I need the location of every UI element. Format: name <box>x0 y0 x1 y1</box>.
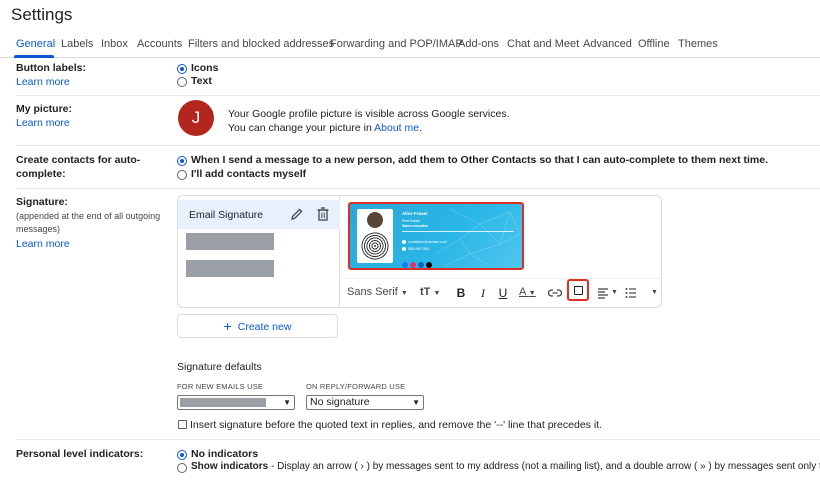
settings-tabs: General Labels Inbox Accounts Filters an… <box>0 32 820 58</box>
signature-note-line1: (appended at the end of all outgoing <box>16 211 161 221</box>
about-me-link[interactable]: About me <box>374 122 419 134</box>
create-new-button[interactable]: + Create new <box>177 314 338 338</box>
signature-note-line2: messages) <box>16 224 61 234</box>
tab-addons[interactable]: Add-ons <box>458 38 499 50</box>
underline-button[interactable]: U <box>496 284 510 302</box>
option-manual-contacts[interactable]: I'll add contacts myself <box>191 168 306 180</box>
bold-button[interactable]: B <box>454 284 468 302</box>
new-emails-label: FOR NEW EMAILS USE <box>177 382 264 391</box>
radio-auto-add-contacts[interactable] <box>177 156 187 166</box>
image-icon <box>574 286 583 295</box>
divider <box>16 439 820 440</box>
sig-name: Alice Fraser <box>402 211 428 216</box>
active-tab-indicator <box>14 55 54 58</box>
option-show-indicators[interactable]: Show indicators - Display an arrow ( › )… <box>191 461 820 472</box>
insert-before-label: Insert signature before the quoted text … <box>190 419 602 431</box>
tab-accounts[interactable]: Accounts <box>137 38 182 50</box>
profile-photo <box>367 212 383 228</box>
sig-email: contactme@domain.com <box>402 240 447 245</box>
tab-chat-meet[interactable]: Chat and Meet <box>507 38 579 50</box>
phone-icon <box>402 247 406 252</box>
signature-learn-more[interactable]: Learn more <box>16 238 70 250</box>
create-contacts-label-line1: Create contacts for auto- <box>16 154 141 166</box>
plus-icon: + <box>223 318 232 334</box>
tab-forwarding[interactable]: Forwarding and POP/IMAP <box>330 38 463 50</box>
my-picture-learn-more[interactable]: Learn more <box>16 117 70 129</box>
reply-signature-select[interactable]: No signature ▼ <box>306 395 424 410</box>
signature-item-redacted[interactable] <box>186 260 274 277</box>
font-family-select[interactable]: Sans Serif ▼ <box>347 286 408 298</box>
signature-item-label: Email Signature <box>189 209 264 221</box>
signature-defaults-title: Signature defaults <box>177 361 262 373</box>
email-icon <box>402 240 406 245</box>
more-formatting-icon[interactable]: ▼ <box>651 289 658 296</box>
list-icon[interactable] <box>625 287 637 299</box>
signature-item-active[interactable]: Email Signature <box>178 200 340 229</box>
signature-label: Signature: <box>16 196 68 208</box>
qr-code-icon <box>361 232 389 260</box>
option-auto-add-contacts[interactable]: When I send a message to a new person, a… <box>191 154 768 166</box>
radio-show-indicators[interactable] <box>177 463 187 473</box>
divider <box>16 145 820 146</box>
trash-icon[interactable] <box>316 206 330 222</box>
sig-role2: Sales executive <box>402 224 429 228</box>
picture-info-line2: You can change your picture in About me. <box>228 122 423 134</box>
tab-themes[interactable]: Themes <box>678 38 718 50</box>
radio-text[interactable] <box>177 77 187 87</box>
signature-panel: Email Signature Alice Fraser Real Estate… <box>177 195 662 308</box>
radio-no-indicators[interactable] <box>177 450 187 460</box>
option-no-indicators[interactable]: No indicators <box>191 448 258 460</box>
chevron-down-icon: ▼ <box>283 398 291 407</box>
signature-item-redacted[interactable] <box>186 233 274 250</box>
avatar[interactable]: J <box>178 100 214 136</box>
link-icon[interactable] <box>548 288 562 298</box>
tab-inbox[interactable]: Inbox <box>101 38 128 50</box>
tab-advanced[interactable]: Advanced <box>583 38 632 50</box>
option-icons[interactable]: Icons <box>191 62 218 74</box>
align-icon[interactable] <box>597 287 609 299</box>
instagram-icon <box>410 262 416 268</box>
sig-phone: 555 498 7890 <box>402 247 429 252</box>
radio-manual-contacts[interactable] <box>177 170 187 180</box>
text-color-button[interactable]: A ▼ <box>519 286 536 298</box>
option-text[interactable]: Text <box>191 75 212 87</box>
x-icon <box>426 262 432 268</box>
redacted-value <box>180 398 266 407</box>
personal-level-label: Personal level indicators: <box>16 448 144 460</box>
edit-icon[interactable] <box>290 207 304 221</box>
button-labels-label: Button labels: <box>16 62 86 74</box>
align-caret-icon[interactable]: ▼ <box>611 289 618 296</box>
tab-offline[interactable]: Offline <box>638 38 670 50</box>
linkedin-icon <box>418 262 424 268</box>
sig-divider <box>402 231 514 232</box>
button-labels-learn-more[interactable]: Learn more <box>16 76 70 88</box>
facebook-icon <box>402 262 408 268</box>
italic-button[interactable]: I <box>476 284 490 302</box>
signature-editor[interactable]: Alice Fraser Real Estate Sales executive… <box>341 196 661 278</box>
picture-info-line1: Your Google profile picture is visible a… <box>228 108 510 120</box>
divider <box>16 188 820 189</box>
insert-image-button[interactable] <box>567 279 589 301</box>
radio-icons[interactable] <box>177 64 187 74</box>
tab-general[interactable]: General <box>16 38 55 50</box>
formatting-toolbar: Sans Serif ▼ tT ▼ B I U A ▼ ▼ ▼ <box>341 278 661 307</box>
tab-filters[interactable]: Filters and blocked addresses <box>188 38 334 50</box>
my-picture-label: My picture: <box>16 103 73 115</box>
divider <box>16 95 820 96</box>
new-emails-signature-select[interactable]: ▼ <box>177 395 295 410</box>
create-contacts-label-line2: complete: <box>16 168 66 180</box>
signature-card <box>357 209 393 263</box>
chevron-down-icon: ▼ <box>412 398 420 407</box>
insert-before-checkbox[interactable] <box>178 420 187 429</box>
tab-labels[interactable]: Labels <box>61 38 93 50</box>
signature-image[interactable]: Alice Fraser Real Estate Sales executive… <box>348 202 524 270</box>
sig-role1: Real Estate <box>402 219 421 223</box>
signature-list: Email Signature <box>178 196 340 307</box>
page-title: Settings <box>11 5 73 24</box>
reply-forward-label: ON REPLY/FORWARD USE <box>306 382 406 391</box>
font-size-button[interactable]: tT ▼ <box>420 286 440 298</box>
